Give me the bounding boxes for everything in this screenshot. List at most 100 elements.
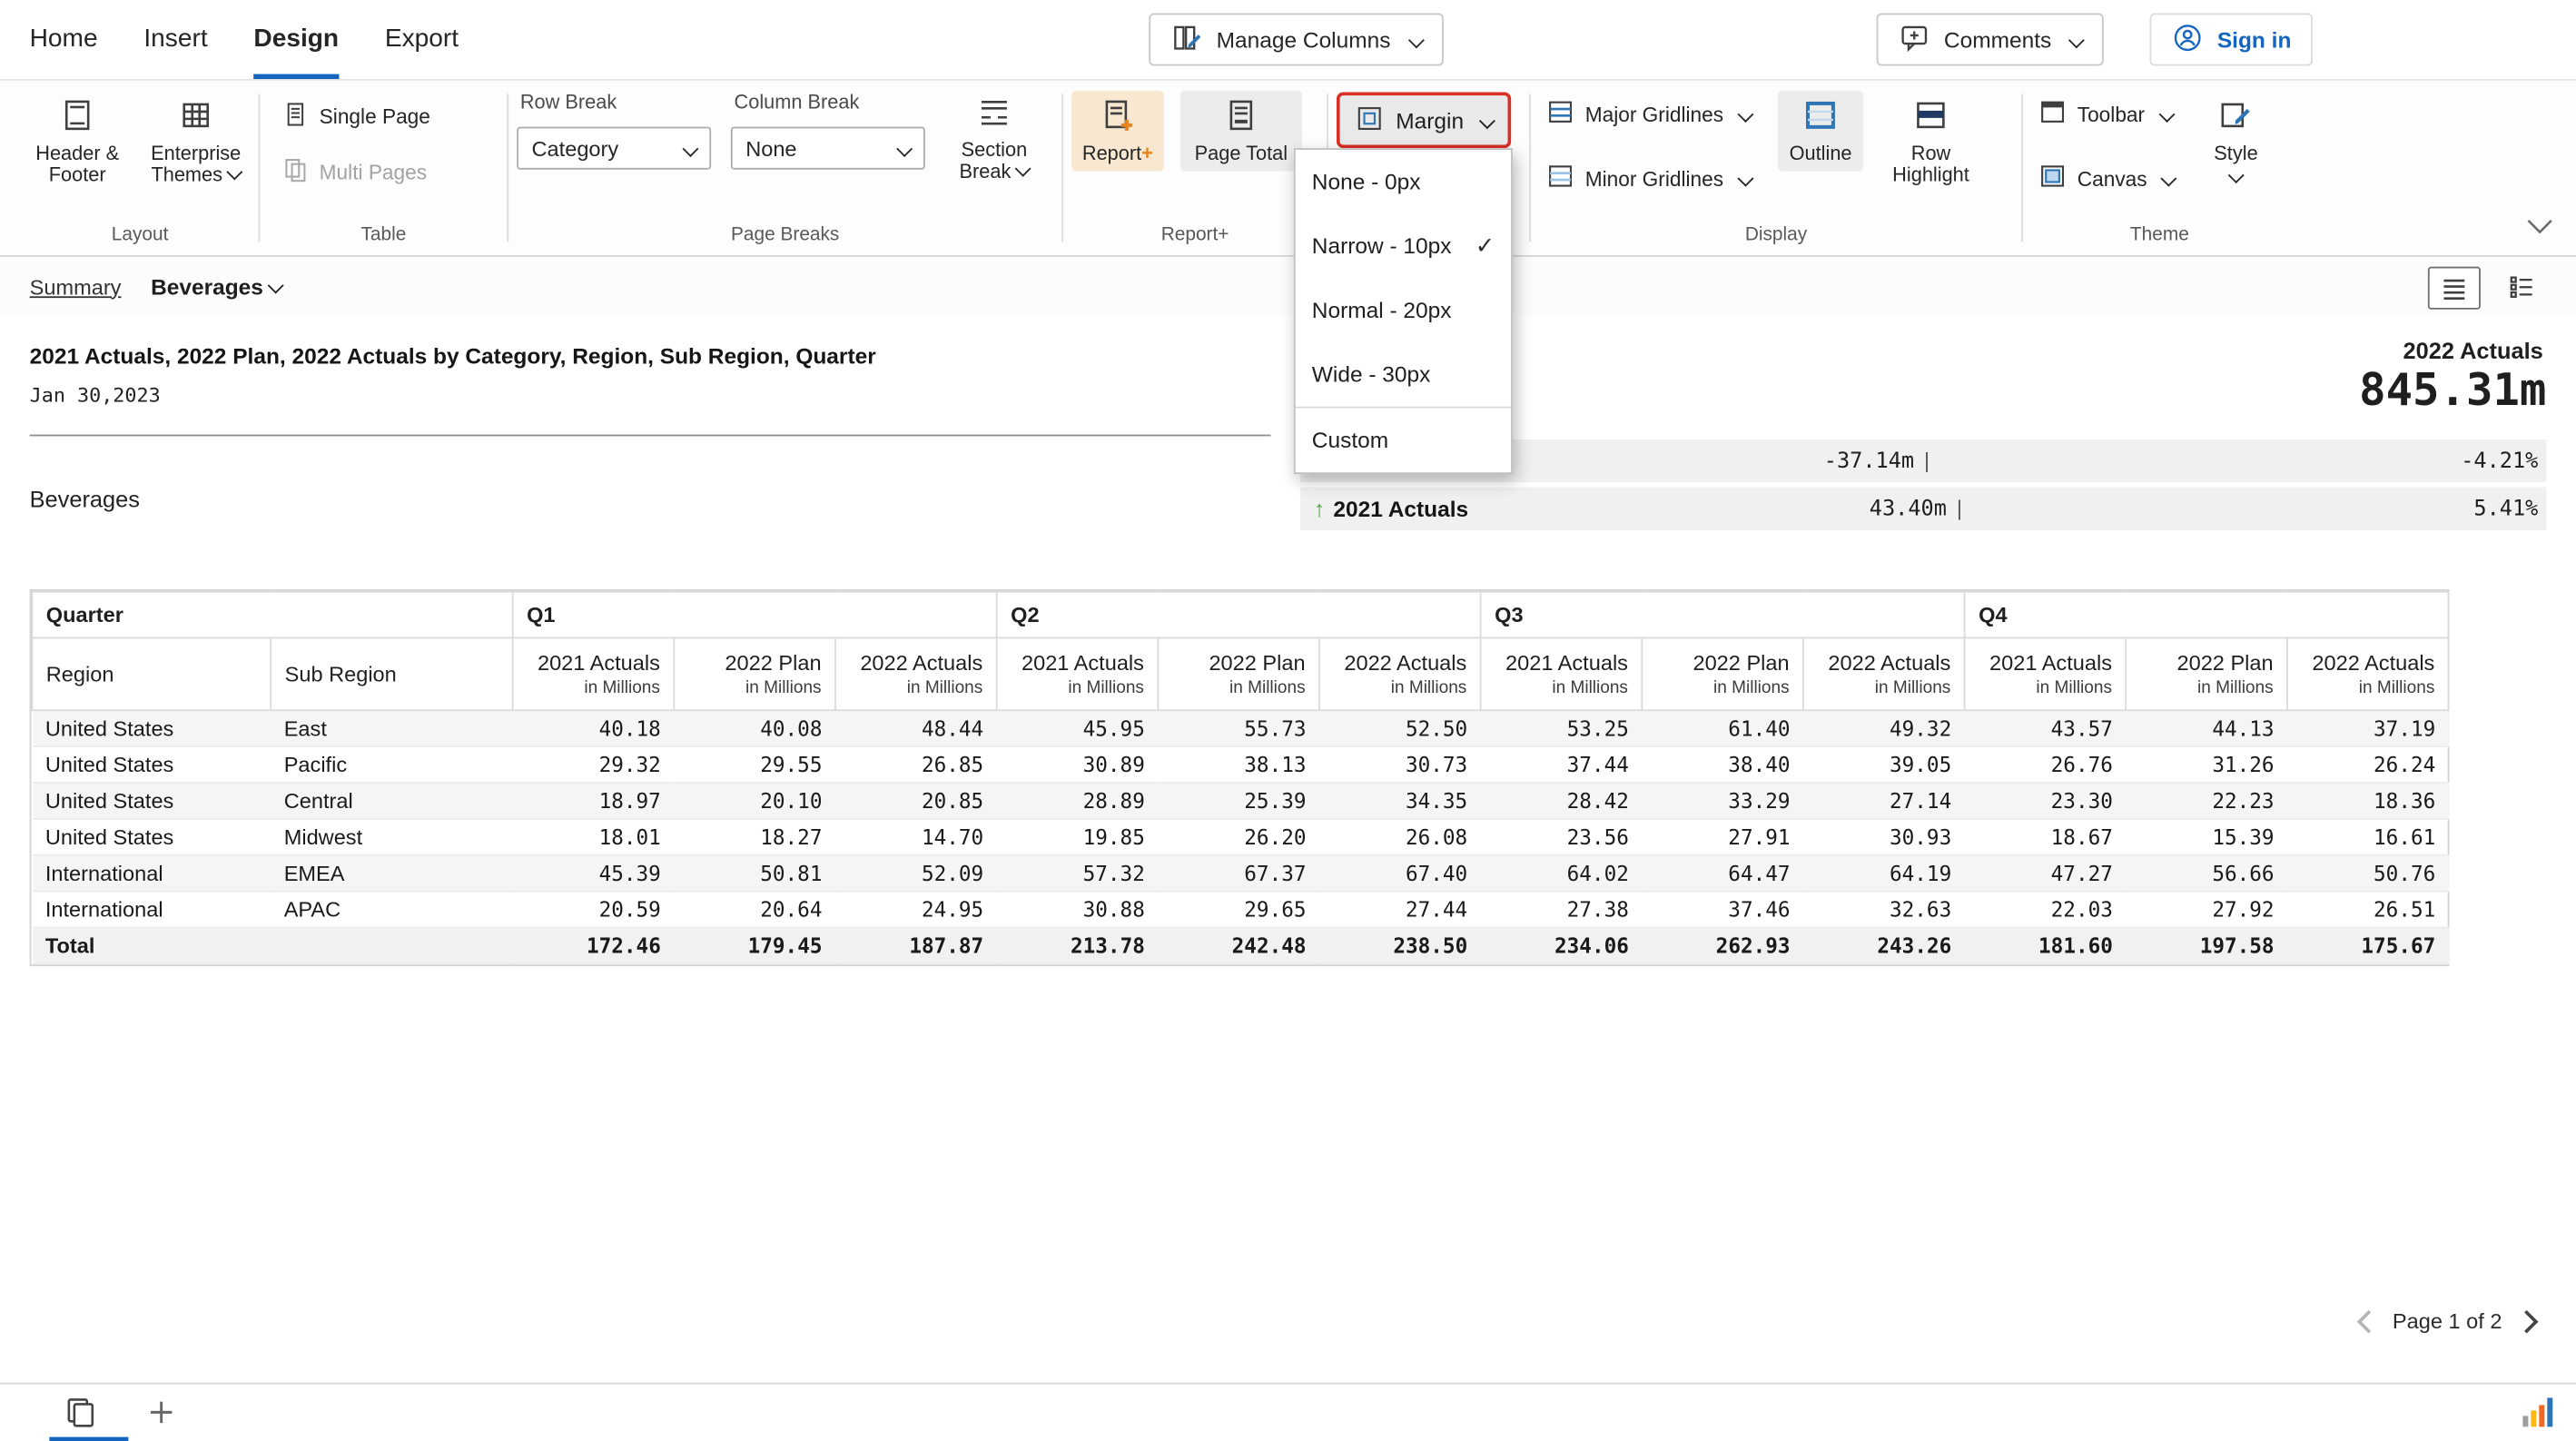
margin-menu-item[interactable]: Custom: [1296, 407, 1511, 473]
page-total-icon: [1223, 97, 1259, 138]
ribbon-divider: [1529, 94, 1531, 242]
ribbon: Header & Footer Enterprise Themes Layout: [0, 81, 2576, 257]
value-cell: 61.40: [1642, 710, 1803, 746]
next-page-button[interactable]: [2515, 1309, 2539, 1333]
value-cell: 34.35: [1319, 783, 1481, 819]
add-sheet-button[interactable]: [145, 1396, 178, 1436]
tab-export[interactable]: Export: [385, 0, 459, 79]
measure-header: 2021 Actualsin Millions: [1481, 637, 1643, 710]
ribbon-divider: [259, 94, 261, 242]
measure-unit: in Millions: [688, 678, 822, 698]
subregion-cell: East: [271, 710, 512, 746]
toolbar-icon: [2038, 97, 2068, 132]
active-sheet-indicator: [49, 1436, 128, 1441]
app-window: Home Insert Design Export Manage Columns: [0, 0, 2576, 1441]
prev-page-button[interactable]: [2356, 1309, 2380, 1333]
measure-unit: in Millions: [2301, 678, 2434, 698]
column-break-label: Column Break: [735, 91, 925, 114]
column-break-select[interactable]: None: [731, 127, 925, 170]
page-total-button[interactable]: Page Total: [1180, 91, 1302, 172]
enterprise-themes-label: Enterprise Themes: [148, 143, 243, 186]
measure-unit: in Millions: [1817, 678, 1950, 698]
value-cell: 37.46: [1642, 892, 1803, 928]
multi-pages-icon: [281, 156, 310, 189]
list-view-toggle[interactable]: [2428, 267, 2481, 310]
outline-button[interactable]: Outline: [1778, 91, 1863, 172]
total-value-cell: 179.45: [674, 928, 835, 964]
detail-view-toggle[interactable]: [2497, 267, 2546, 307]
enterprise-themes-button[interactable]: Enterprise Themes: [145, 91, 247, 192]
margin-button[interactable]: Margin: [1337, 93, 1512, 149]
value-cell: 64.19: [1803, 855, 1965, 892]
measure-header: 2022 Planin Millions: [2126, 637, 2287, 710]
tab-insert[interactable]: Insert: [143, 0, 207, 79]
subregion-cell: EMEA: [271, 855, 512, 892]
value-cell: 18.36: [2287, 783, 2449, 819]
breadcrumb-current[interactable]: Beverages: [151, 274, 281, 299]
table-body: United StatesEast40.1840.0848.4445.9555.…: [32, 710, 2448, 963]
style-button[interactable]: Style: [2198, 91, 2274, 188]
collapse-ribbon-button[interactable]: [2527, 212, 2553, 242]
value-cell: 32.63: [1803, 892, 1965, 928]
app-logo: [2520, 1394, 2556, 1438]
quarter-corner-header: Quarter: [32, 592, 512, 638]
measure-name: 2021 Actuals: [1011, 650, 1144, 675]
minor-gridlines-button[interactable]: Minor Gridlines: [1539, 158, 1758, 199]
major-gridlines-label: Major Gridlines: [1585, 103, 1723, 125]
region-cell: International: [32, 892, 271, 928]
manage-columns-button[interactable]: Manage Columns: [1149, 14, 1443, 66]
margin-menu-item[interactable]: Wide - 30px: [1296, 342, 1511, 407]
margin-menu-item[interactable]: None - 0px: [1296, 150, 1511, 214]
measure-unit: in Millions: [1172, 678, 1306, 698]
breadcrumb-summary-link[interactable]: Summary: [30, 274, 122, 299]
value-cell: 30.73: [1319, 746, 1481, 783]
sign-in-button[interactable]: Sign in: [2150, 14, 2313, 66]
ribbon-group-table: Single Page Multi Pages Table: [268, 81, 498, 255]
comments-button[interactable]: Comments: [1877, 14, 2105, 66]
toolbar-button[interactable]: Toolbar: [2031, 94, 2182, 134]
measure-unit: in Millions: [1495, 678, 1628, 698]
sheet-tab-button[interactable]: [63, 1394, 99, 1438]
kpi-delta: -37.14m: [1824, 449, 1914, 474]
value-cell: 27.38: [1481, 892, 1643, 928]
measure-name: 2022 Actuals: [1817, 650, 1950, 675]
value-cell: 26.76: [1965, 746, 2127, 783]
measure-name: 2022 Plan: [1172, 650, 1306, 675]
row-highlight-button[interactable]: Row Highlight: [1883, 91, 1979, 192]
report-title: 2021 Actuals, 2022 Plan, 2022 Actuals by…: [30, 344, 876, 369]
canvas-button[interactable]: Canvas: [2031, 158, 2182, 199]
single-page-icon: [281, 101, 310, 133]
header-footer-button[interactable]: Header & Footer: [30, 91, 125, 192]
margin-menu-item[interactable]: Narrow - 10px✓: [1296, 214, 1511, 279]
margin-menu: None - 0pxNarrow - 10px✓Normal - 20pxWid…: [1294, 148, 1513, 474]
row-break-select[interactable]: Category: [517, 127, 711, 170]
group-label-layout: Layout: [30, 225, 251, 255]
value-cell: 20.59: [513, 892, 675, 928]
row-break-field: Row Break Category: [517, 87, 711, 170]
section-break-button[interactable]: Section Break: [945, 87, 1044, 189]
value-cell: 31.26: [2126, 746, 2287, 783]
major-gridlines-button[interactable]: Major Gridlines: [1539, 94, 1758, 134]
total-value-cell: 175.67: [2287, 928, 2449, 964]
measure-name: 2022 Plan: [688, 650, 822, 675]
row-highlight-label: Row Highlight: [1887, 143, 1976, 186]
margin-menu-item[interactable]: Normal - 20px: [1296, 278, 1511, 342]
total-value-cell: 181.60: [1965, 928, 2127, 964]
breadcrumb: Summary Beverages: [0, 257, 2576, 318]
tab-design[interactable]: Design: [253, 0, 339, 79]
value-cell: 28.89: [997, 783, 1159, 819]
measure-header: 2022 Actuals in Millions: [1803, 637, 1965, 710]
ribbon-divider: [507, 94, 508, 242]
report-plus-button[interactable]: Report+: [1071, 91, 1164, 172]
multi-pages-button[interactable]: Multi Pages: [275, 153, 434, 193]
table-row: InternationalEMEA45.3950.8152.0957.3267.…: [32, 855, 2448, 892]
report-plus-icon: [1100, 97, 1136, 138]
tab-home[interactable]: Home: [30, 0, 98, 79]
value-cell: 27.91: [1642, 819, 1803, 855]
header-divider: [30, 435, 1271, 437]
total-value-cell: 238.50: [1319, 928, 1481, 964]
value-cell: 26.24: [2287, 746, 2449, 783]
value-cell: 23.30: [1965, 783, 2127, 819]
row-highlight-icon: [1913, 97, 1949, 138]
single-page-button[interactable]: Single Page: [275, 97, 437, 137]
